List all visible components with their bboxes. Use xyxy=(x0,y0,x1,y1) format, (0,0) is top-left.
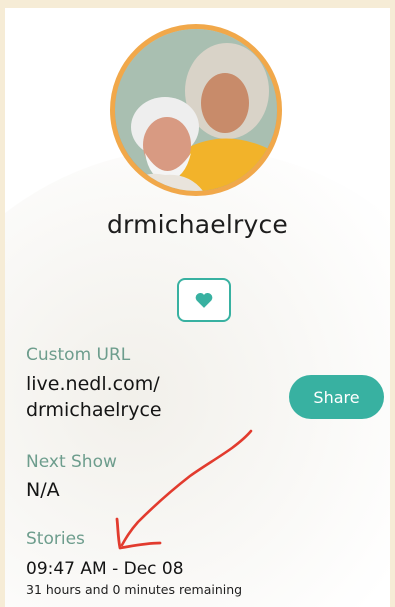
share-button[interactable]: Share xyxy=(289,375,384,419)
follow-heart-button[interactable] xyxy=(177,278,231,322)
profile-username: drmichaelryce xyxy=(106,210,289,239)
next-show-label: Next Show xyxy=(26,452,117,472)
heart-icon xyxy=(195,293,213,308)
stories-label: Stories xyxy=(26,529,85,549)
profile-avatar xyxy=(110,24,282,196)
avatar-photo xyxy=(115,29,277,191)
stories-remaining: 31 hours and 0 minutes remaining xyxy=(26,582,243,597)
screen-frame: drmichaelryce Custom URL live.nedl.com/ … xyxy=(0,0,395,607)
custom-url-line2: drmichaelryce xyxy=(26,399,162,421)
custom-url-label: Custom URL xyxy=(26,345,131,365)
next-show-value: N/A xyxy=(26,479,60,501)
stories-time: 09:47 AM - Dec 08 xyxy=(26,559,184,579)
custom-url-line1: live.nedl.com/ xyxy=(26,373,160,395)
